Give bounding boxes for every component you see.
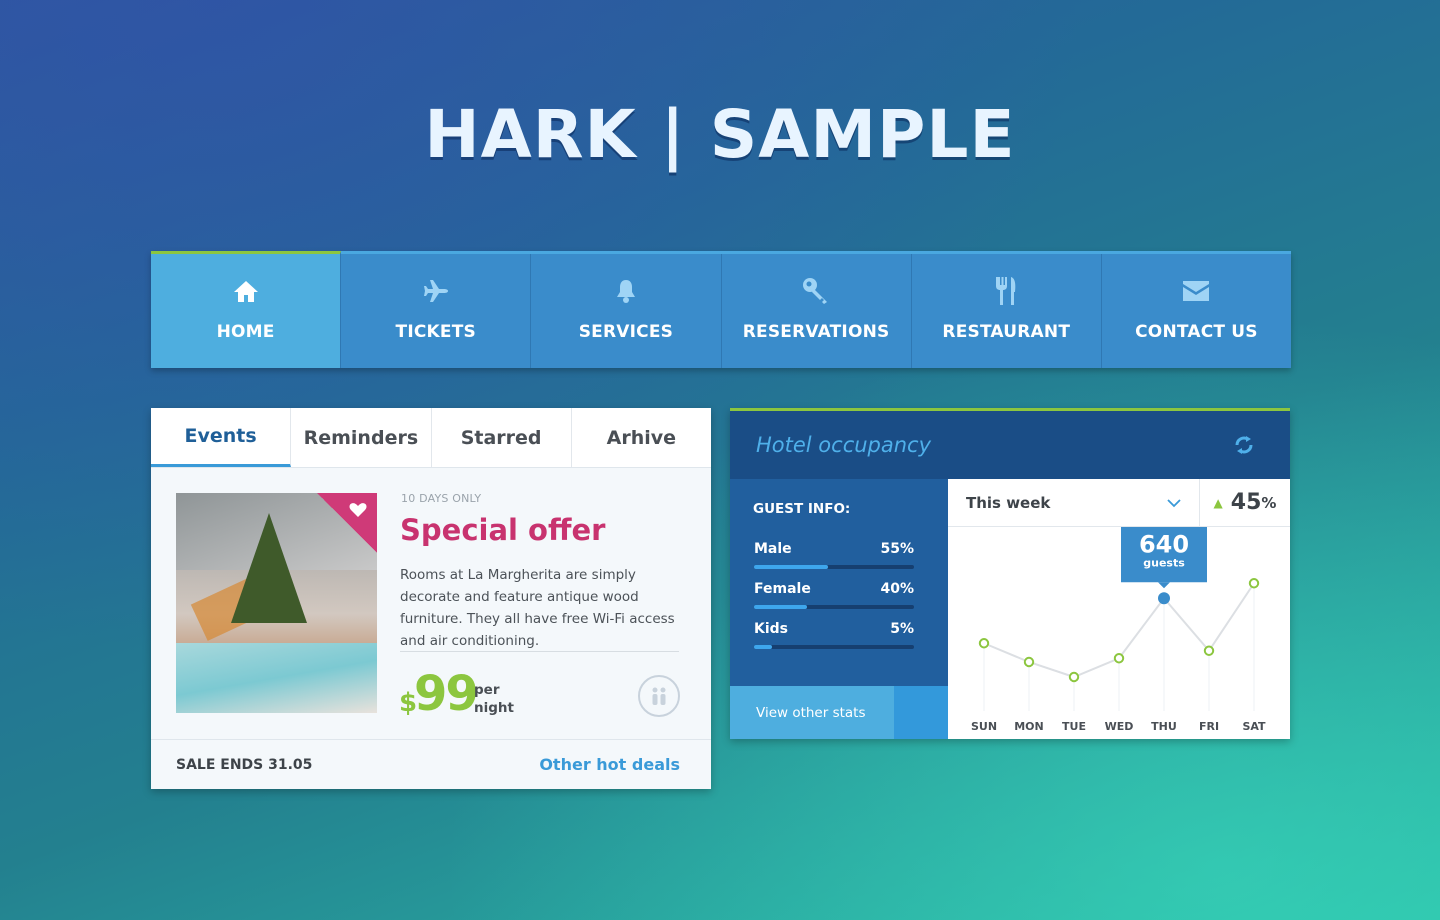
chart-point bbox=[1158, 592, 1170, 605]
people-icon[interactable] bbox=[638, 675, 680, 717]
view-other-stats-button[interactable]: View other stats bbox=[730, 686, 948, 739]
chart-tooltip-value: 640 bbox=[1139, 530, 1189, 558]
chart-point bbox=[1068, 671, 1080, 683]
chart-x-label: WED bbox=[1105, 720, 1134, 733]
heart-icon bbox=[349, 502, 367, 523]
other-hot-deals-link[interactable]: Other hot deals bbox=[539, 755, 680, 774]
chevron-down-icon bbox=[1167, 493, 1181, 512]
chart-point bbox=[978, 638, 990, 649]
view-other-stats-label: View other stats bbox=[756, 704, 866, 721]
events-tabs: Events Reminders Starred Arhive bbox=[151, 408, 711, 468]
nav-item-contact[interactable]: CONTACT US bbox=[1101, 254, 1292, 368]
change-indicator: ▲ 45 % bbox=[1200, 479, 1290, 527]
guest-value: 40% bbox=[880, 581, 914, 597]
tab-starred[interactable]: Starred bbox=[432, 408, 572, 467]
chart-point bbox=[1113, 653, 1125, 664]
divider bbox=[400, 651, 679, 652]
guest-bar bbox=[754, 645, 914, 649]
nav-item-reservations[interactable]: RESERVATIONS bbox=[721, 254, 912, 368]
guest-info-panel: GUEST INFO: Male 55% Female 40% Kids 5% bbox=[730, 479, 948, 686]
sale-ends: SALE ENDS 31.05 bbox=[176, 756, 313, 773]
guest-label: Kids bbox=[754, 621, 789, 637]
guest-bar-fill bbox=[754, 645, 772, 649]
envelope-icon bbox=[1181, 276, 1211, 306]
weekly-panel: This week ▲ 45 % SUN MON TUE WED THU FRI SAT 64… bbox=[948, 479, 1290, 739]
home-icon bbox=[231, 276, 261, 306]
chart-x-label: SUN bbox=[971, 720, 997, 733]
chart-tooltip-label: guests bbox=[1143, 556, 1185, 569]
key-icon bbox=[801, 276, 831, 306]
chart-x-label: TUE bbox=[1062, 720, 1086, 733]
refresh-icon[interactable] bbox=[1232, 433, 1256, 457]
guest-bar bbox=[754, 605, 914, 609]
offer-title: Special offer bbox=[400, 513, 606, 547]
guest-value: 5% bbox=[890, 621, 914, 637]
chart-point bbox=[1248, 578, 1260, 589]
price-value: 99 bbox=[414, 666, 479, 722]
chart-point bbox=[1023, 656, 1035, 668]
plane-icon bbox=[421, 276, 451, 306]
offer-description: Rooms at La Margherita are simply decora… bbox=[400, 567, 675, 649]
nav-item-home[interactable]: HOME bbox=[151, 251, 342, 368]
occupancy-header: Hotel occupancy bbox=[730, 408, 1290, 479]
tab-reminders[interactable]: Reminders bbox=[291, 408, 432, 467]
chart-x-label: SAT bbox=[1242, 720, 1266, 733]
price-unit: per night bbox=[474, 681, 514, 717]
events-footer: SALE ENDS 31.05 Other hot deals bbox=[151, 739, 711, 789]
change-value: 45 bbox=[1230, 490, 1262, 515]
nav-label: RESTAURANT bbox=[942, 322, 1071, 342]
chart-tooltip-pointer bbox=[1158, 582, 1170, 589]
nav-label: TICKETS bbox=[395, 322, 476, 342]
button-accent bbox=[894, 686, 948, 739]
fork-knife-icon bbox=[991, 276, 1021, 306]
offer-image[interactable] bbox=[176, 493, 377, 713]
period-label: This week bbox=[966, 493, 1051, 512]
chart-point bbox=[1203, 645, 1215, 656]
chart-x-label: MON bbox=[1014, 720, 1044, 733]
nav-label: CONTACT US bbox=[1135, 322, 1258, 342]
period-dropdown[interactable]: This week bbox=[948, 479, 1200, 527]
night-line: night bbox=[474, 700, 514, 716]
tab-events[interactable]: Events bbox=[151, 408, 292, 467]
occupancy-chart: SUN MON TUE WED THU FRI SAT 640guests bbox=[971, 527, 1266, 733]
offer-badge: 10 DAYS ONLY bbox=[401, 492, 482, 505]
nav-label: RESERVATIONS bbox=[742, 322, 890, 342]
favorite-corner[interactable] bbox=[317, 493, 377, 553]
arrow-up-icon: ▲ bbox=[1213, 495, 1223, 510]
occupancy-title: Hotel occupancy bbox=[756, 433, 932, 457]
guest-info-title: GUEST INFO: bbox=[753, 501, 851, 517]
guest-bar-fill bbox=[754, 605, 807, 609]
page-title: HARK | SAMPLE bbox=[424, 96, 1016, 173]
guest-label: Female bbox=[754, 581, 811, 597]
nav-label: HOME bbox=[216, 322, 275, 342]
main-nav: HOME TICKETS SERVICES RESERVATIONS RESTA… bbox=[151, 251, 1292, 368]
nav-item-services[interactable]: SERVICES bbox=[531, 254, 722, 368]
guest-label: Male bbox=[754, 541, 792, 557]
guest-bar bbox=[754, 565, 914, 569]
chart-x-label: FRI bbox=[1199, 720, 1219, 733]
tab-archive[interactable]: Arhive bbox=[572, 408, 711, 467]
guest-value: 55% bbox=[880, 541, 914, 557]
occupancy-widget: Hotel occupancy GUEST INFO: Male 55% Fem… bbox=[730, 408, 1290, 739]
change-unit: % bbox=[1261, 493, 1277, 512]
bell-icon bbox=[611, 276, 641, 306]
per-line: per bbox=[474, 682, 500, 698]
nav-item-restaurant[interactable]: RESTAURANT bbox=[911, 254, 1102, 368]
guest-bar-fill bbox=[754, 565, 828, 569]
events-card: Events Reminders Starred Arhive 10 DAYS … bbox=[151, 408, 711, 789]
nav-label: SERVICES bbox=[578, 322, 674, 342]
chart-x-label: THU bbox=[1151, 720, 1177, 733]
nav-item-tickets[interactable]: TICKETS bbox=[341, 254, 532, 368]
